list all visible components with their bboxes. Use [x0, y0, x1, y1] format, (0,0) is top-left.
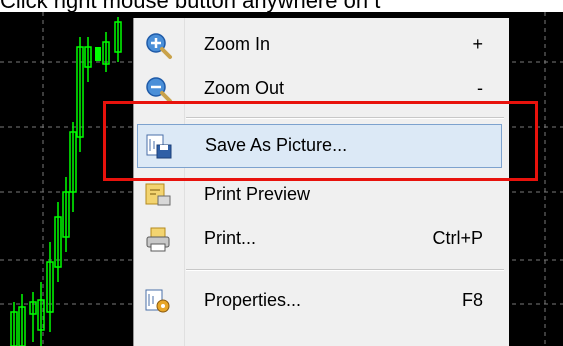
menu-item-shortcut: F8 — [461, 290, 483, 310]
print-preview-icon — [144, 182, 174, 210]
context-menu: Zoom In + Zoom Out - Save As Picture... — [133, 18, 509, 346]
tutorial-caption: Click right mouse button anywhere on t — [0, 0, 563, 12]
menu-item-shortcut: + — [472, 34, 483, 54]
menu-item-label: Zoom In — [204, 34, 271, 54]
menu-item-label: Print Preview — [204, 184, 311, 204]
zoom-in-icon — [144, 32, 174, 60]
menu-separator — [186, 269, 504, 271]
menu-item-properties[interactable]: Properties... F8 — [134, 280, 509, 324]
printer-icon — [144, 226, 174, 254]
highlight-box — [103, 101, 538, 181]
menu-item-label: Print... — [204, 228, 257, 248]
menu-item-label: Properties... — [204, 290, 302, 310]
menu-item-print[interactable]: Print... Ctrl+P — [134, 218, 509, 262]
candle-body-filled — [95, 47, 101, 61]
properties-icon — [144, 288, 174, 316]
menu-item-label: Zoom Out — [204, 78, 285, 98]
menu-item-shortcut: Ctrl+P — [432, 228, 483, 248]
menu-item-shortcut: - — [477, 78, 483, 98]
menu-item-zoom-in[interactable]: Zoom In + — [134, 24, 509, 68]
zoom-out-icon — [144, 76, 174, 104]
